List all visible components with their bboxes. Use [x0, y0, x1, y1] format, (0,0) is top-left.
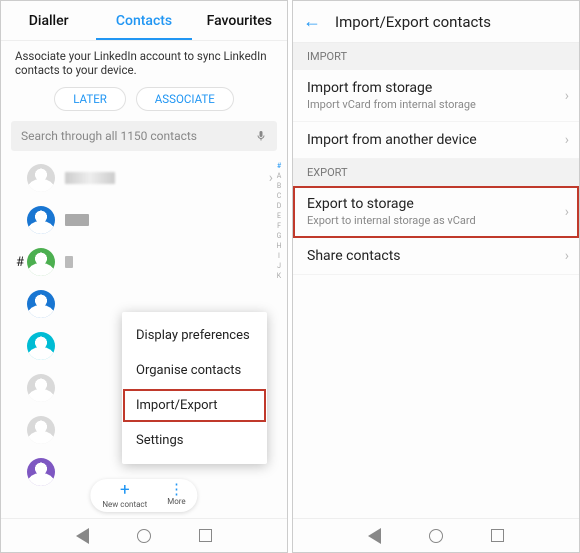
avatar — [27, 458, 55, 486]
nav-recents-icon[interactable] — [199, 529, 212, 542]
associate-button[interactable]: ASSOCIATE — [136, 87, 234, 111]
more-button[interactable]: ⋮ More — [167, 482, 185, 509]
chevron-right-icon: › — [565, 248, 569, 264]
nav-back-icon[interactable] — [76, 528, 89, 544]
later-button[interactable]: LATER — [54, 87, 126, 111]
tab-favourites[interactable]: Favourites — [192, 1, 287, 40]
tab-dialler[interactable]: Dialler — [1, 1, 96, 40]
overflow-menu: Display preferences Organise contacts Im… — [122, 312, 267, 464]
avatar — [27, 206, 55, 234]
contact-name-redacted — [65, 256, 73, 268]
more-icon: ⋮ — [167, 482, 185, 498]
nav-home-icon[interactable] — [137, 529, 151, 543]
menu-organise-contacts[interactable]: Organise contacts — [122, 353, 267, 388]
group-header-import: IMPORT — [293, 43, 579, 70]
menu-settings[interactable]: Settings — [122, 423, 267, 458]
contact-name-redacted — [65, 214, 89, 226]
nav-recents-icon[interactable] — [491, 529, 504, 542]
avatar — [27, 374, 55, 402]
new-contact-button[interactable]: + New contact — [102, 482, 147, 509]
avatar — [27, 164, 55, 192]
list-item[interactable] — [5, 199, 287, 241]
menu-display-preferences[interactable]: Display preferences — [122, 318, 267, 353]
avatar — [27, 290, 55, 318]
avatar — [27, 248, 55, 276]
alpha-index[interactable]: # A B C D E F G H I J K — [273, 157, 285, 518]
option-share-contacts[interactable]: Share contacts › — [293, 238, 579, 275]
group-header-export: EXPORT — [293, 159, 579, 186]
tab-contacts[interactable]: Contacts — [96, 1, 191, 40]
nav-home-icon[interactable] — [429, 529, 443, 543]
android-navbar — [1, 518, 287, 552]
mic-icon[interactable] — [255, 128, 267, 144]
contact-name-redacted — [65, 172, 115, 184]
menu-import-export[interactable]: Import/Export — [122, 388, 267, 423]
search-placeholder: Search through all 1150 contacts — [21, 129, 197, 143]
search-input[interactable]: Search through all 1150 contacts — [11, 121, 277, 151]
android-navbar — [293, 518, 579, 552]
list-item[interactable]: › — [5, 157, 287, 199]
avatar — [27, 332, 55, 360]
linkedin-banner-text: Associate your LinkedIn account to sync … — [1, 41, 287, 83]
avatar — [27, 416, 55, 444]
option-import-from-device[interactable]: Import from another device › — [293, 122, 579, 159]
option-import-from-storage[interactable]: Import from storage Import vCard from in… — [293, 70, 579, 122]
fab-bar: + New contact ⋮ More — [90, 479, 197, 512]
plus-icon: + — [102, 482, 147, 499]
page-title: Import/Export contacts — [335, 13, 491, 31]
nav-back-icon[interactable] — [368, 528, 381, 544]
screen-import-export: ← Import/Export contacts IMPORT Import f… — [292, 0, 580, 553]
contacts-list[interactable]: › # — [1, 157, 287, 518]
chevron-right-icon: › — [565, 132, 569, 148]
screen-contacts: Dialler Contacts Favourites Associate yo… — [0, 0, 288, 553]
list-item[interactable]: # — [5, 241, 287, 283]
section-hash: # — [13, 255, 27, 270]
back-arrow-icon[interactable]: ← — [303, 11, 321, 32]
chevron-right-icon: › — [565, 88, 569, 104]
chevron-right-icon: › — [565, 204, 569, 220]
option-export-to-storage[interactable]: Export to storage Export to internal sto… — [293, 186, 579, 238]
